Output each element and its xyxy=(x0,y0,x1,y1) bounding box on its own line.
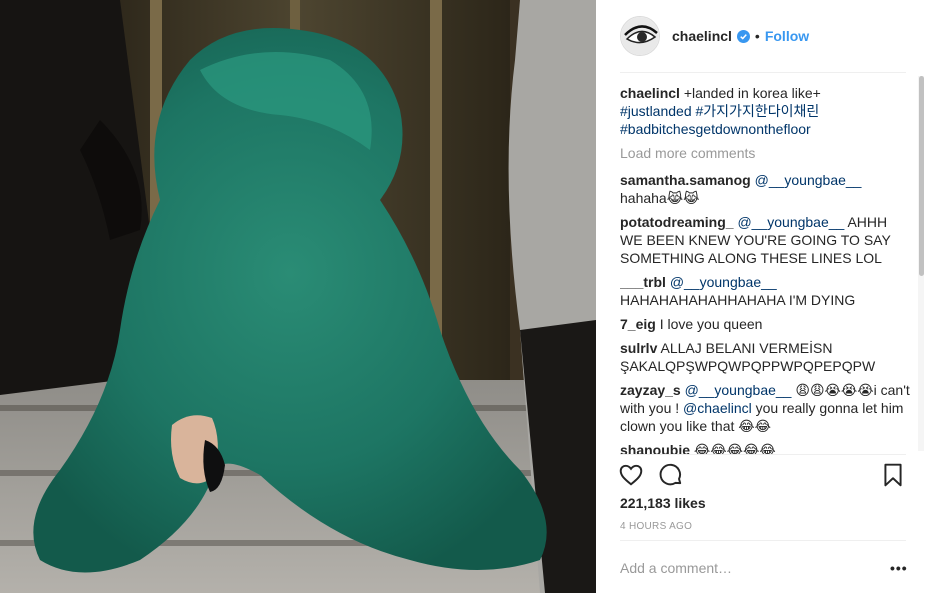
actions-divider xyxy=(620,454,906,455)
post-photo[interactable] xyxy=(0,0,596,593)
comment-item: samantha.samanog @__youngbae__ hahaha😹😹 xyxy=(620,171,910,207)
separator-dot: • xyxy=(754,28,760,44)
caption-text: +landed in korea like+ xyxy=(683,85,821,101)
comments-list: chaelincl +landed in korea like+ #justla… xyxy=(620,84,910,454)
caption-username[interactable]: chaelincl xyxy=(620,85,680,101)
comment-username[interactable]: shanoubie xyxy=(620,442,690,454)
caption: chaelincl +landed in korea like+ #justla… xyxy=(620,84,910,138)
post-header: chaelincl • Follow xyxy=(596,0,926,72)
comment-username[interactable]: 7_eig xyxy=(620,316,656,332)
post-timestamp[interactable]: 4 HOURS AGO xyxy=(620,521,692,532)
avatar-image xyxy=(621,17,659,55)
instagram-post-view: chaelincl • Follow chaelincl +landed in … xyxy=(0,0,926,593)
hashtag-link[interactable]: #justlanded xyxy=(620,103,692,119)
post-photo-illustration xyxy=(0,0,596,593)
hashtag-link[interactable]: #badbitchesgetdownonthefloor xyxy=(620,121,811,137)
comment-item: zayzay_s @__youngbae__ 😩😩😭😭😭i can't with… xyxy=(620,381,910,435)
action-bar xyxy=(618,462,910,490)
comment-item: shanoubie 😂😂😂😂😂 xyxy=(620,441,910,454)
post-details-panel: chaelincl • Follow chaelincl +landed in … xyxy=(596,0,926,593)
scrollbar-thumb[interactable] xyxy=(919,76,924,276)
comment-username[interactable]: ___trbl xyxy=(620,274,666,290)
verified-badge-icon xyxy=(736,29,750,43)
hashtag-link[interactable]: #가지가지한다이채린 xyxy=(696,103,820,119)
comment-username[interactable]: samantha.samanog xyxy=(620,172,751,188)
comment-mention[interactable]: @__youngbae__ xyxy=(685,382,792,398)
follow-button[interactable]: Follow xyxy=(765,28,809,44)
comment-item: 7_eig I love you queen xyxy=(620,315,910,333)
comment-text: ALLAJ BELANI VERMEİSN ŞAKALQPŞWPQWPQPPWP… xyxy=(620,340,876,374)
comment-icon[interactable] xyxy=(658,462,686,490)
likes-count[interactable]: 221,183 likes xyxy=(620,495,706,511)
avatar[interactable] xyxy=(620,16,660,56)
comment-text: hahaha😹😹 xyxy=(620,190,700,206)
comment-text: I love you queen xyxy=(659,316,763,332)
comment-item: ___trbl @__youngbae__ HAHAHAHAHAHHAHAHA … xyxy=(620,273,910,309)
comment-username[interactable]: potatodreaming_ xyxy=(620,214,734,230)
add-comment-divider xyxy=(620,540,906,541)
comment-mention[interactable]: @__youngbae__ xyxy=(737,214,844,230)
comment-item: sulrlv ALLAJ BELANI VERMEİSN ŞAKALQPŞWPQ… xyxy=(620,339,910,375)
header-username[interactable]: chaelincl xyxy=(672,28,732,44)
comment-username[interactable]: zayzay_s xyxy=(620,382,681,398)
comment-item: potatodreaming_ @__youngbae__ AHHH WE BE… xyxy=(620,213,910,267)
comment-username[interactable]: sulrlv xyxy=(620,340,657,356)
comment-mention[interactable]: @__youngbae__ xyxy=(670,274,777,290)
header-divider xyxy=(620,72,906,73)
load-more-comments-button[interactable]: Load more comments xyxy=(620,144,910,162)
comments-scrollbar[interactable] xyxy=(918,76,924,451)
heart-icon[interactable] xyxy=(618,462,646,490)
comment-text: HAHAHAHAHAHHAHAHA I'M DYING xyxy=(620,292,856,308)
bookmark-icon[interactable] xyxy=(880,462,908,490)
more-options-button[interactable]: ••• xyxy=(890,560,908,576)
comment-mention[interactable]: @chaelincl xyxy=(683,400,752,416)
comment-mention[interactable]: @__youngbae__ xyxy=(755,172,862,188)
comment-text: 😂😂😂😂😂 xyxy=(693,442,776,454)
add-comment-input[interactable] xyxy=(620,558,870,578)
